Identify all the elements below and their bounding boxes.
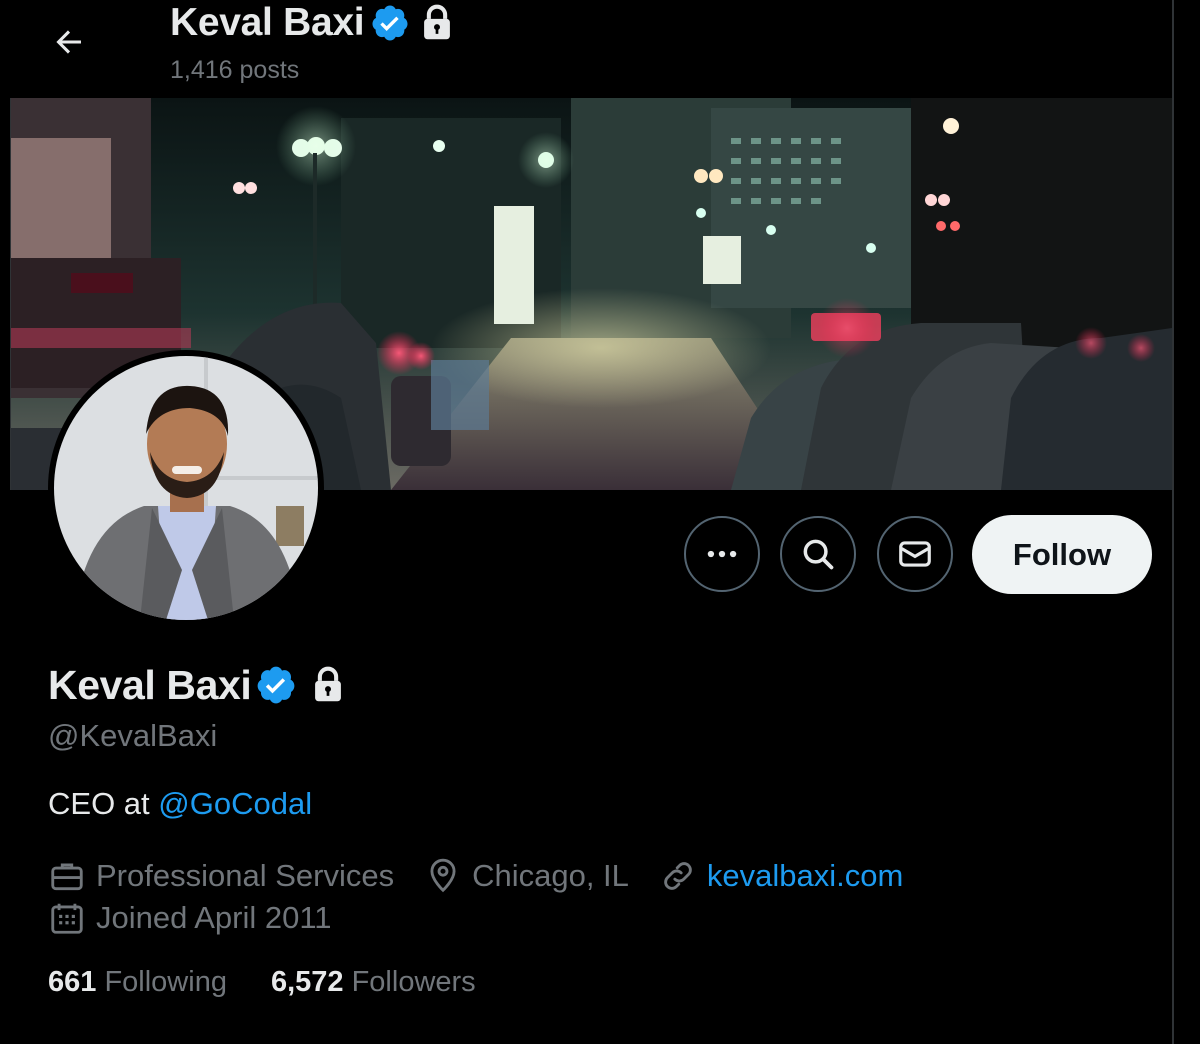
profile-handle: @KevalBaxi <box>48 718 218 753</box>
profile-bio: CEO at @GoCodal <box>48 786 312 822</box>
bio-mention-link[interactable]: @GoCodal <box>158 786 312 821</box>
joined-label: Joined April 2011 <box>96 900 332 935</box>
header-post-count: 1,416 posts <box>170 56 300 84</box>
follow-stats: 661 Following 6,572 Followers <box>48 966 520 999</box>
profile-name-row: Keval Baxi <box>48 660 345 710</box>
profile-page: Keval Baxi 1,416 posts Follow Keval Baxi… <box>0 0 1200 1044</box>
following-label: Following <box>104 966 227 998</box>
search-profile-button[interactable] <box>780 516 856 592</box>
header-name-row: Keval Baxi <box>170 0 454 46</box>
bio-text: CEO at <box>48 786 159 821</box>
avatar-photo <box>54 356 318 620</box>
calendar-icon <box>51 903 83 934</box>
profile-meta-row: Professional Services Chicago, IL kevalb… <box>48 854 933 898</box>
more-horizontal-icon <box>707 550 737 558</box>
message-button[interactable] <box>877 516 953 592</box>
envelope-icon <box>899 541 931 567</box>
category-label: Professional Services <box>96 858 395 893</box>
verified-badge-icon <box>372 5 408 41</box>
arrow-left-icon <box>56 30 81 54</box>
lock-icon <box>315 666 342 702</box>
briefcase-icon <box>51 863 83 891</box>
followers-link[interactable]: 6,572 Followers <box>271 966 476 999</box>
back-button[interactable] <box>40 20 98 64</box>
column-border-left <box>10 98 11 490</box>
profile-avatar[interactable] <box>48 350 324 626</box>
profile-display-name: Keval Baxi <box>48 661 252 708</box>
profile-header-bar: Keval Baxi 1,416 posts <box>0 0 1200 98</box>
more-options-button[interactable] <box>684 516 760 592</box>
profile-meta-row-2: Joined April 2011 <box>48 896 362 940</box>
location-label: Chicago, IL <box>472 858 629 893</box>
followers-label: Followers <box>351 966 476 998</box>
followers-count: 6,572 <box>270 966 344 998</box>
header-display-name: Keval Baxi <box>170 1 365 44</box>
profile-joined: Joined April 2011 <box>48 899 332 937</box>
profile-website[interactable]: kevalbaxi.com <box>659 857 903 895</box>
following-count: 661 <box>48 966 97 998</box>
follow-button[interactable]: Follow <box>972 515 1152 594</box>
verified-badge-icon[interactable] <box>255 664 297 706</box>
profile-location: Chicago, IL <box>424 857 629 895</box>
lock-icon <box>424 4 451 40</box>
following-link[interactable]: 661 Following <box>48 966 227 999</box>
column-border-right <box>1172 0 1174 1044</box>
website-link[interactable]: kevalbaxi.com <box>707 858 903 894</box>
location-pin-icon <box>430 858 456 893</box>
profile-category: Professional Services <box>48 857 394 895</box>
search-icon <box>803 539 834 570</box>
link-icon <box>664 862 692 890</box>
